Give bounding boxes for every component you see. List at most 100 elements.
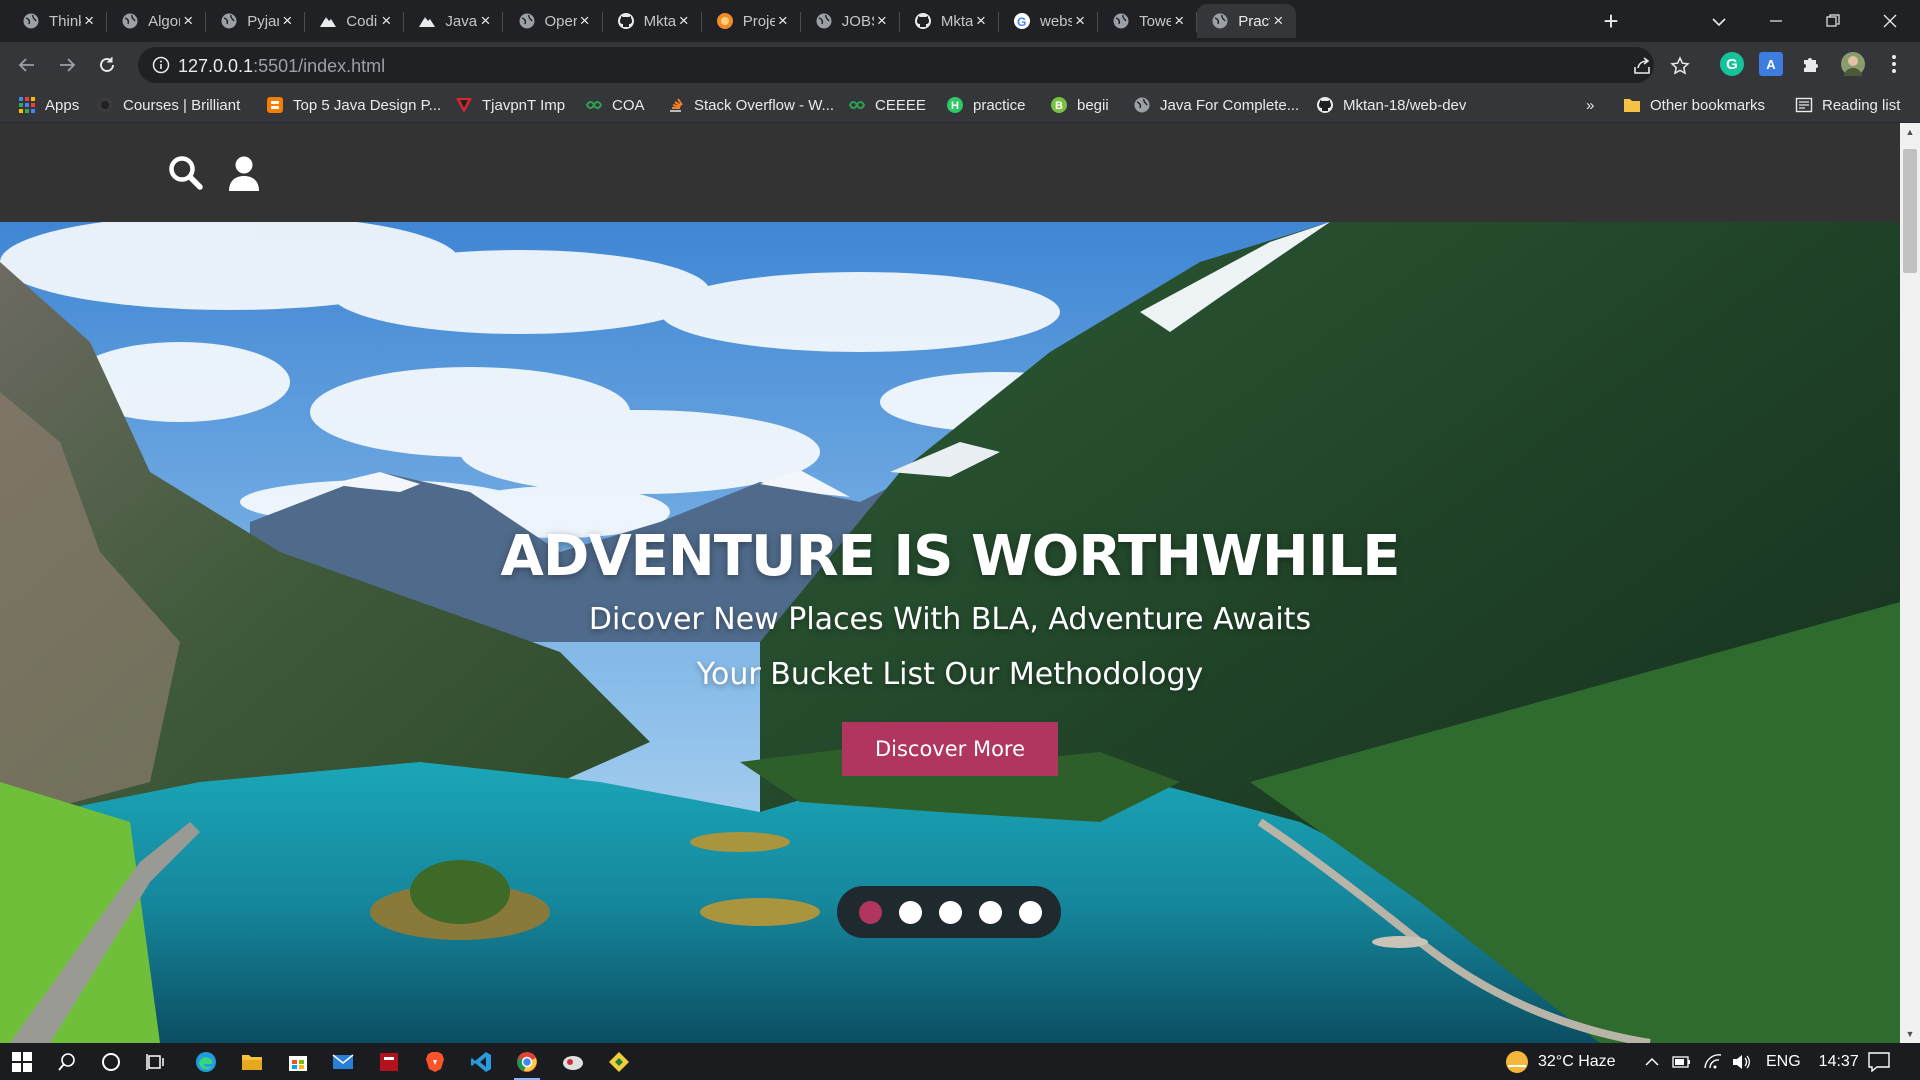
bookmark-item[interactable]: Top 5 Java Design P... xyxy=(266,94,441,116)
taskbar-app-red[interactable] xyxy=(376,1049,402,1075)
new-tab-button[interactable]: + xyxy=(1597,8,1625,35)
browser-tab[interactable]: Gwebsi× xyxy=(999,4,1099,38)
close-tab-icon[interactable]: × xyxy=(973,12,989,29)
bookmark-item[interactable]: Stack Overflow - W... xyxy=(667,94,834,116)
page-scrollbar[interactable]: ▲ ▼ xyxy=(1900,123,1920,1043)
close-window-button[interactable] xyxy=(1867,6,1913,36)
scroll-up-icon[interactable]: ▲ xyxy=(1905,127,1915,137)
close-tab-icon[interactable]: × xyxy=(1270,12,1286,29)
browser-tab[interactable]: Tower× xyxy=(1098,4,1198,38)
clock[interactable]: 14:37 xyxy=(1819,1053,1859,1071)
back-button[interactable] xyxy=(12,50,42,80)
info-icon[interactable] xyxy=(152,56,170,74)
minimize-button[interactable] xyxy=(1753,6,1799,36)
profile-avatar[interactable] xyxy=(1841,52,1865,76)
close-tab-icon[interactable]: × xyxy=(874,12,890,29)
taskbar-vscode[interactable] xyxy=(468,1049,494,1075)
bookmark-star-button[interactable] xyxy=(1670,56,1690,76)
taskbar-brave[interactable] xyxy=(422,1049,448,1075)
bookmark-item[interactable]: Hpractice xyxy=(946,94,1026,116)
taskbar-git[interactable] xyxy=(606,1049,632,1075)
close-tab-icon[interactable]: × xyxy=(279,12,295,29)
tab-search-button[interactable] xyxy=(1707,10,1731,34)
chrome-menu-button[interactable] xyxy=(1882,52,1906,76)
bookmark-item[interactable]: COA xyxy=(585,94,645,116)
taskbar-store[interactable] xyxy=(285,1049,311,1075)
bookmark-item[interactable]: Mktan-18/web-dev xyxy=(1316,94,1466,116)
taskbar-file-explorer[interactable] xyxy=(239,1049,265,1075)
puzzle-icon xyxy=(1804,58,1818,72)
action-center-button[interactable] xyxy=(1868,1043,1890,1080)
close-tab-icon[interactable]: × xyxy=(1072,12,1088,29)
browser-tab[interactable]: Pyjam× xyxy=(206,4,306,38)
translate-extension[interactable]: A xyxy=(1759,52,1783,76)
battery-icon[interactable] xyxy=(1672,1055,1692,1069)
bookmark-item[interactable]: Courses | Brilliant xyxy=(96,94,240,116)
close-tab-icon[interactable]: × xyxy=(180,12,196,29)
slide-dot-3[interactable] xyxy=(939,901,962,924)
chrome-icon xyxy=(517,1052,537,1072)
tab-title: Codin xyxy=(346,12,378,30)
bookmarks-overflow-button[interactable]: » xyxy=(1586,94,1594,116)
taskbar-chrome[interactable] xyxy=(514,1049,540,1080)
scroll-down-icon[interactable]: ▼ xyxy=(1905,1029,1915,1039)
taskbar-mail[interactable] xyxy=(330,1049,356,1075)
address-bar[interactable]: 127.0.0.1:5501/index.html xyxy=(138,47,1690,83)
bookmark-item[interactable]: CEEEE xyxy=(848,94,926,116)
close-tab-icon[interactable]: × xyxy=(378,12,394,29)
other-bookmarks[interactable]: Other bookmarks xyxy=(1623,94,1765,116)
bookmark-item[interactable]: TjavpnT Imp xyxy=(455,94,565,116)
slide-dot-2[interactable] xyxy=(899,901,922,924)
taskbar-search[interactable] xyxy=(54,1049,80,1075)
slide-dot-4[interactable] xyxy=(979,901,1002,924)
search-icon[interactable] xyxy=(166,153,206,193)
browser-tab[interactable]: JOBSE× xyxy=(801,4,900,38)
browser-tab[interactable]: Mktan× xyxy=(900,4,999,38)
close-tab-icon[interactable]: × xyxy=(676,12,692,29)
taskbar-app[interactable] xyxy=(560,1049,586,1075)
windows-start-icon xyxy=(12,1052,32,1072)
user-icon[interactable] xyxy=(224,153,264,193)
forward-button[interactable] xyxy=(52,50,82,80)
browser-tab[interactable]: Javasc× xyxy=(404,4,504,38)
browser-tab[interactable]: Projec× xyxy=(702,4,801,38)
restore-button[interactable] xyxy=(1810,6,1856,36)
close-tab-icon[interactable]: × xyxy=(1171,12,1187,29)
cortana-button[interactable] xyxy=(98,1049,124,1075)
browser-tab[interactable]: Opera× xyxy=(504,4,603,38)
browser-tab[interactable]: Codin× xyxy=(305,4,405,38)
close-tab-icon[interactable]: × xyxy=(775,12,791,29)
taskbar-edge[interactable] xyxy=(193,1049,219,1075)
bookmark-item[interactable]: Bbegii xyxy=(1050,94,1109,116)
globe-icon xyxy=(1211,12,1229,30)
weather-widget[interactable]: 32°C Haze xyxy=(1504,1043,1616,1080)
slide-dot-1[interactable] xyxy=(859,901,882,924)
share-button[interactable] xyxy=(1632,56,1652,76)
extensions-button[interactable] xyxy=(1799,52,1823,76)
volume-icon[interactable] xyxy=(1732,1054,1752,1070)
browser-tab[interactable]: Mktan× xyxy=(603,4,702,38)
bookmark-item[interactable]: Java For Complete... xyxy=(1133,94,1299,116)
browser-tab[interactable]: Algori× xyxy=(107,4,207,38)
bookmark-item[interactable]: Apps xyxy=(18,94,79,116)
browser-tab[interactable]: Thinki× xyxy=(8,4,108,38)
task-view-button[interactable] xyxy=(143,1049,169,1075)
chevron-down-icon xyxy=(1712,18,1726,27)
discover-more-button[interactable]: Discover More xyxy=(842,722,1058,776)
reload-button[interactable] xyxy=(92,50,122,80)
arrow-right-icon xyxy=(60,58,76,72)
close-tab-icon[interactable]: × xyxy=(577,12,593,29)
language-indicator[interactable]: ENG xyxy=(1766,1053,1801,1071)
wifi-icon[interactable] xyxy=(1704,1053,1722,1070)
chevron-up-icon[interactable] xyxy=(1644,1054,1660,1070)
browser-tab[interactable]: Practi× xyxy=(1197,4,1297,38)
close-tab-icon[interactable]: × xyxy=(477,12,493,29)
reading-list[interactable]: Reading list xyxy=(1795,94,1900,116)
windows-start-button[interactable] xyxy=(9,1049,35,1075)
close-tab-icon[interactable]: × xyxy=(81,12,97,29)
bookmark-label: Apps xyxy=(45,96,80,114)
grammarly-extension[interactable]: G xyxy=(1720,52,1744,76)
kebab-menu-icon xyxy=(1892,55,1896,73)
slide-dot-5[interactable] xyxy=(1019,901,1042,924)
scrollbar-thumb[interactable] xyxy=(1903,149,1917,273)
